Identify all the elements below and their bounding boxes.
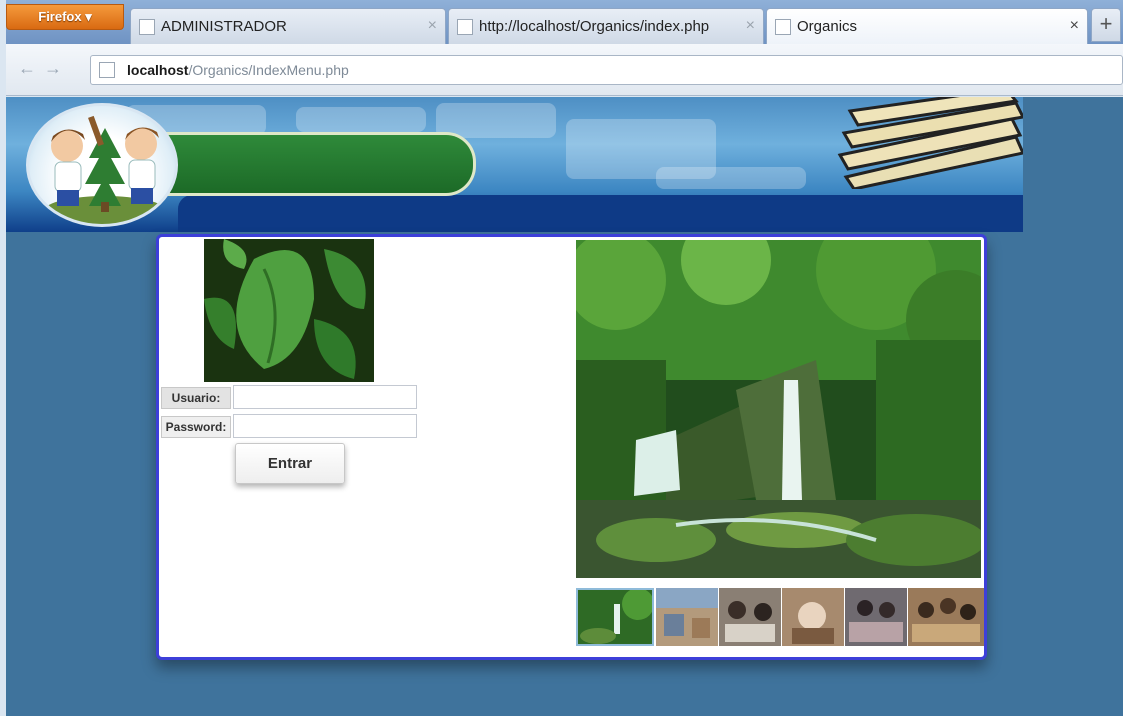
login-button[interactable]: Entrar	[235, 443, 345, 484]
site-identity-icon[interactable]	[99, 62, 115, 78]
url-path: /Organics/IndexMenu.php	[188, 62, 349, 78]
book-stack-icon	[837, 97, 1023, 189]
banner-title-box	[156, 132, 476, 196]
tab-organics[interactable]: Organics ×	[766, 8, 1088, 44]
thumbnail-strip	[576, 588, 986, 648]
firefox-menu-label: Firefox	[38, 9, 82, 24]
history-buttons: ← →	[18, 58, 78, 82]
url-text: localhost/Organics/IndexMenu.php	[127, 62, 349, 78]
page-icon	[457, 19, 473, 35]
site-banner	[6, 97, 1023, 232]
login-form: Usuario: Password:	[161, 385, 421, 443]
firefox-menu-button[interactable]: Firefox ▾	[6, 4, 124, 30]
thumbnail-students[interactable]	[719, 588, 781, 646]
thumbnail-group-work[interactable]	[782, 588, 844, 646]
thumbnail-classroom[interactable]	[656, 588, 718, 646]
page-viewport: Usuario: Password: Entrar	[6, 97, 1123, 716]
back-arrow-icon[interactable]: ←	[18, 58, 36, 78]
banner-highlight	[656, 167, 806, 189]
tab-title: http://localhost/Organics/index.php	[479, 18, 710, 35]
featured-waterfall-photo	[576, 240, 981, 578]
username-label: Usuario:	[161, 387, 231, 409]
tab-administrador[interactable]: ADMINISTRADOR ×	[130, 8, 446, 44]
close-icon[interactable]: ×	[1070, 17, 1079, 35]
leaf-photo	[204, 239, 374, 382]
new-tab-button[interactable]: +	[1091, 8, 1121, 42]
plus-icon: +	[1099, 11, 1113, 36]
thumbnail-waterfall[interactable]	[576, 588, 654, 646]
address-bar[interactable]: localhost/Organics/IndexMenu.php	[90, 55, 1123, 85]
page-icon	[775, 19, 791, 35]
tab-title: ADMINISTRADOR	[161, 18, 287, 35]
tab-strip: Firefox ▾ ADMINISTRADOR × http://localho…	[6, 0, 1123, 44]
page-icon	[139, 19, 155, 35]
password-row: Password:	[161, 414, 421, 443]
content-panel: Usuario: Password: Entrar	[156, 234, 987, 660]
banner-navy-band	[178, 195, 1023, 232]
password-input[interactable]	[233, 414, 417, 438]
thumbnail-activity[interactable]	[908, 588, 984, 646]
close-icon[interactable]: ×	[428, 17, 437, 35]
banner-highlight	[296, 107, 426, 132]
kids-planting-logo	[26, 103, 178, 227]
username-input[interactable]	[233, 385, 417, 409]
tab-title: Organics	[797, 18, 858, 35]
navigation-bar: ← → localhost/Organics/IndexMenu.php	[6, 44, 1123, 96]
thumbnail-desks[interactable]	[845, 588, 907, 646]
tab-organics-index[interactable]: http://localhost/Organics/index.php ×	[448, 8, 764, 44]
url-host: localhost	[127, 62, 189, 78]
password-label: Password:	[161, 416, 231, 438]
forward-arrow-icon[interactable]: →	[44, 58, 62, 78]
close-icon[interactable]: ×	[746, 17, 755, 35]
username-row: Usuario:	[161, 385, 421, 414]
